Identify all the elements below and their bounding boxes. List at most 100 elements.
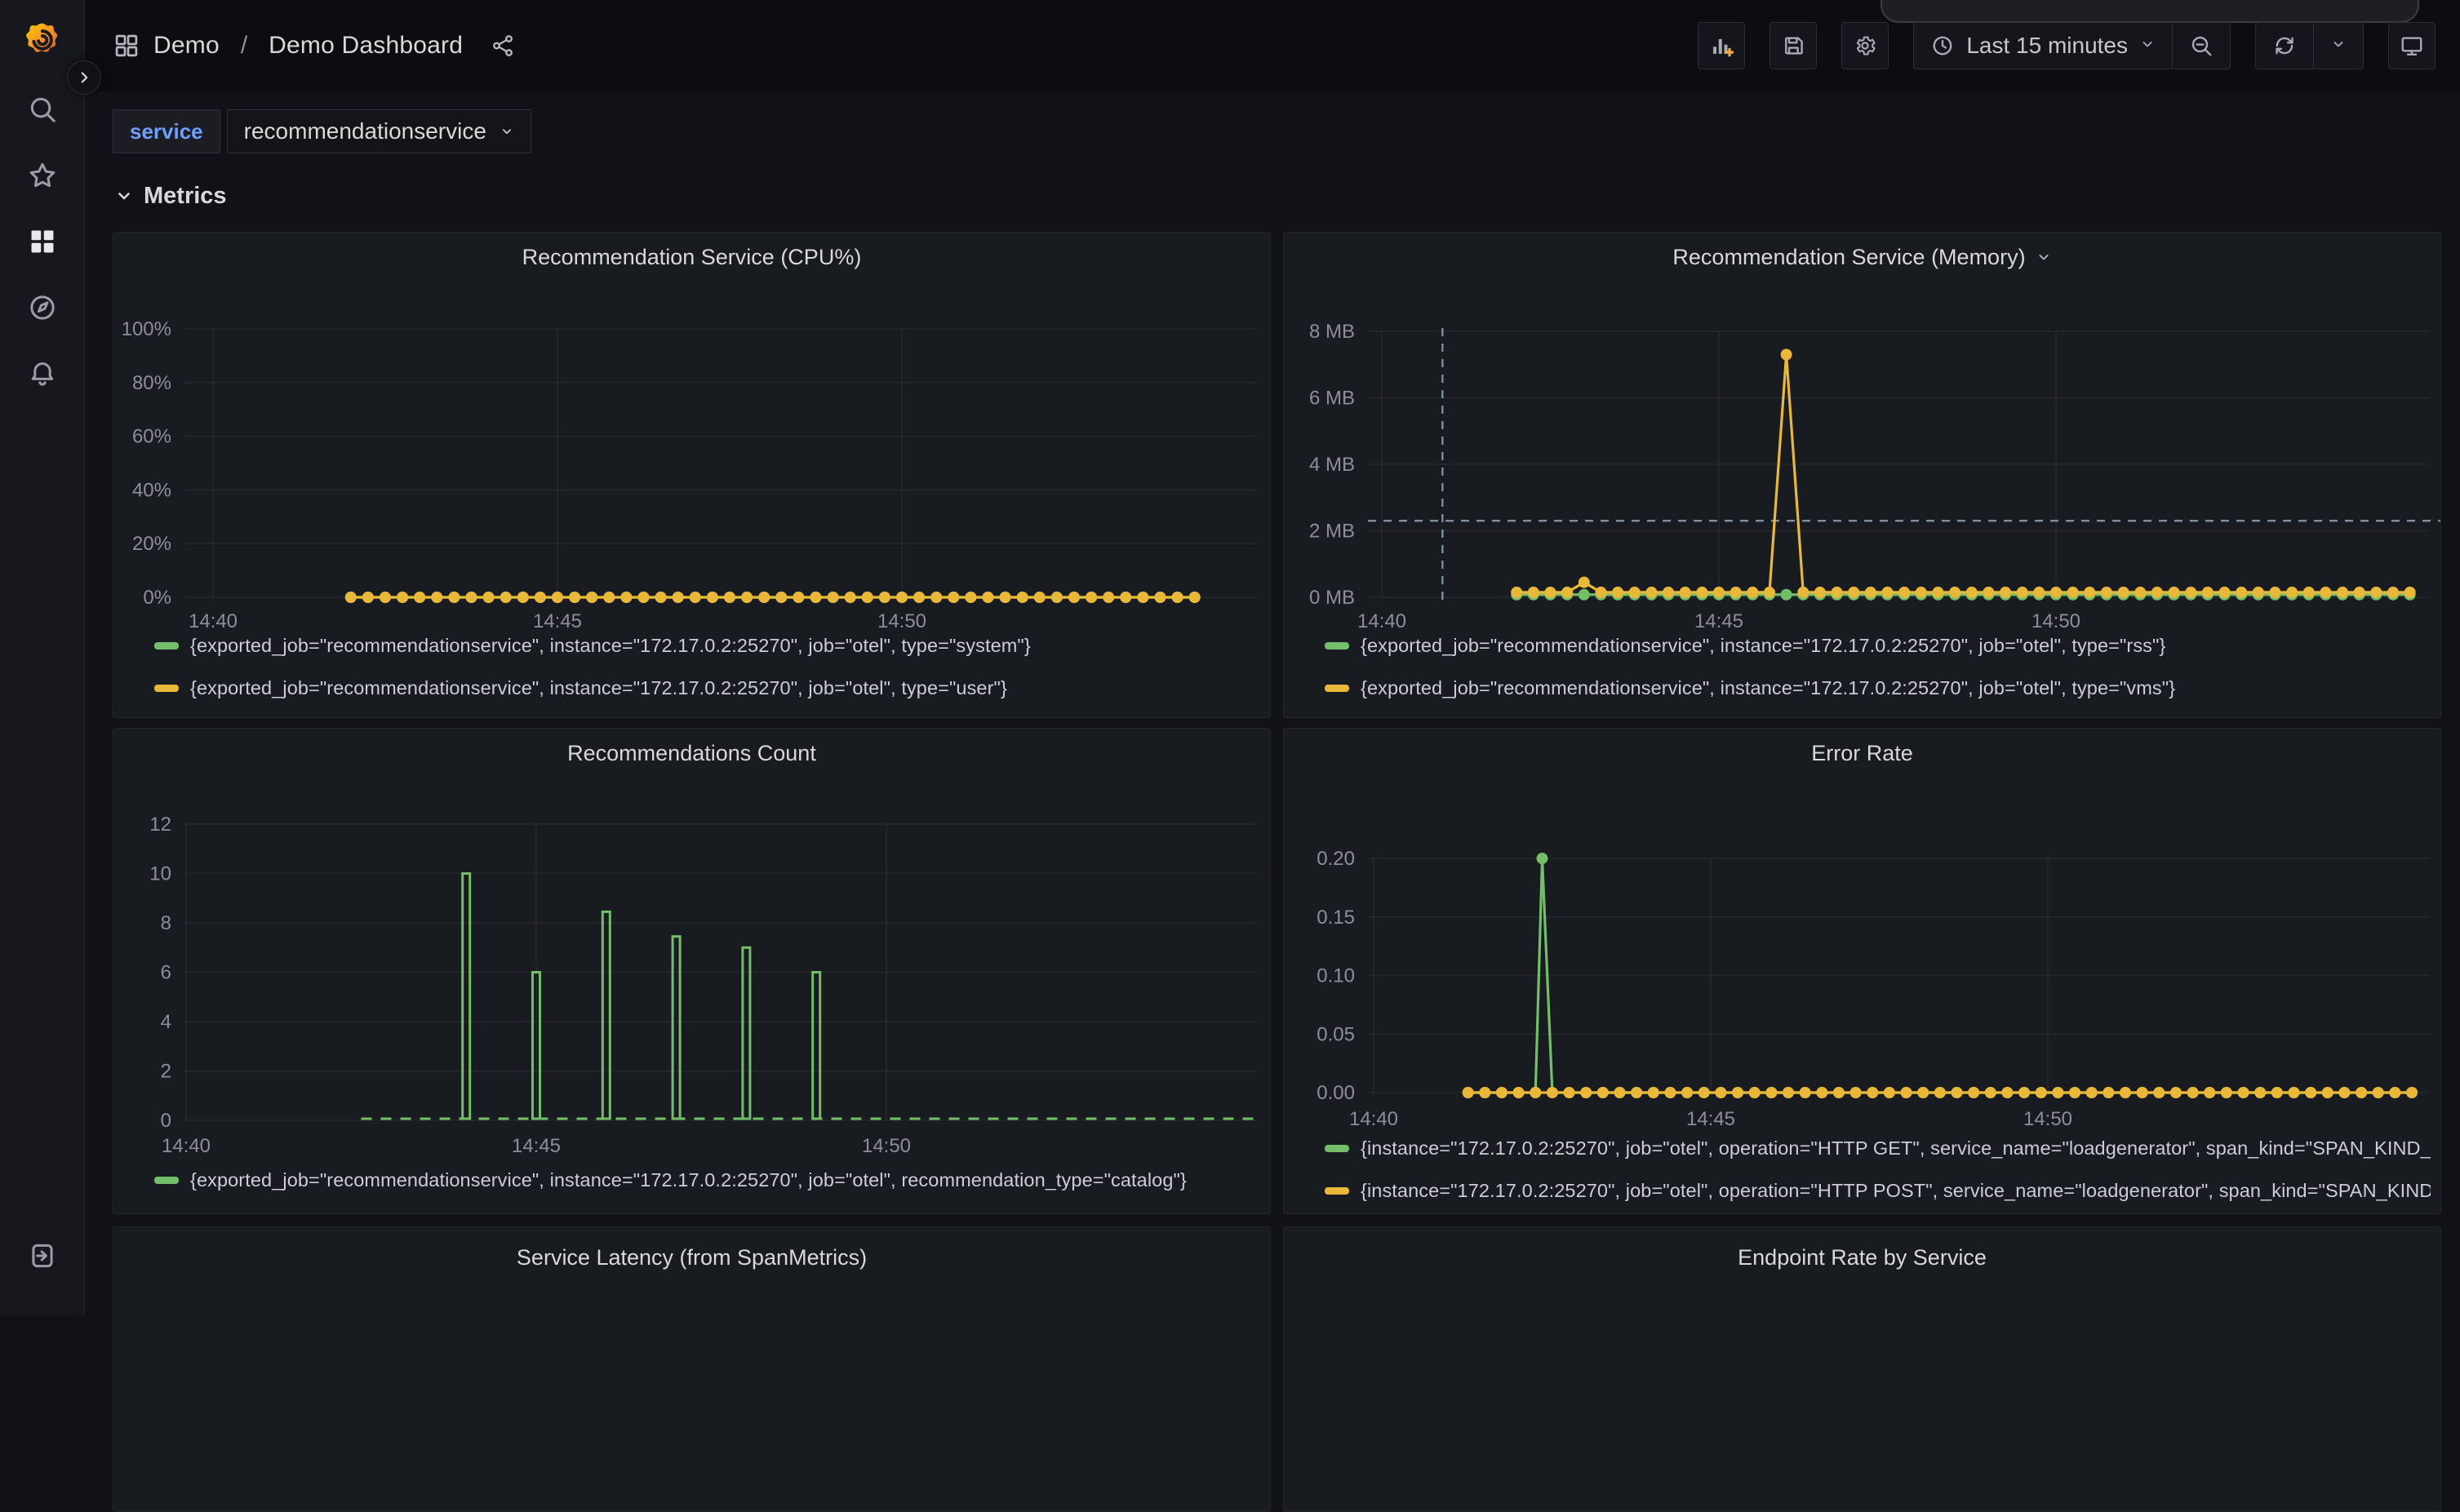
sidebar-item-explore[interactable]	[20, 285, 65, 330]
time-picker-chevron	[2139, 36, 2156, 56]
panel-title[interactable]: Recommendation Service (CPU%)	[113, 233, 1270, 282]
variable-value-dropdown[interactable]: recommendationservice	[227, 109, 531, 153]
save-dashboard-button[interactable]	[1770, 22, 1817, 69]
timeseries-chart-cpu[interactable]: 0%20%40%60%80%100%14:4014:4514:50	[113, 282, 1271, 673]
legend-label: {exported_job="recommendationservice", i…	[1361, 677, 2175, 699]
share-icon	[491, 33, 515, 58]
svg-text:6 MB: 6 MB	[1309, 388, 1355, 410]
panel-error-rate: Error Rate 0.000.050.100.150.2014:4014:4…	[1283, 728, 2441, 1214]
panel-title-text: Endpoint Rate by Service	[1738, 1245, 1987, 1270]
legend-item[interactable]: {exported_job="recommendationservice", i…	[154, 667, 1260, 709]
top-navbar: Demo / Demo Dashboard	[85, 0, 2460, 91]
legend-label: {instance="172.17.0.2:25270", job="otel"…	[1361, 1180, 2431, 1202]
legend-label: {instance="172.17.0.2:25270", job="otel"…	[1361, 1137, 2431, 1159]
sidebar	[0, 0, 85, 1315]
svg-text:60%: 60%	[132, 426, 171, 448]
timeseries-chart-count[interactable]: 02468101214:4014:4514:50	[113, 778, 1271, 1169]
legend-swatch	[1325, 1145, 1349, 1152]
svg-text:100%: 100%	[122, 318, 171, 340]
panel-menu-chevron-icon[interactable]	[2036, 249, 2052, 265]
legend-item[interactable]: {exported_job="recommendationservice", i…	[1325, 624, 2431, 667]
sidebar-expand-button[interactable]	[67, 60, 101, 95]
panel-title[interactable]: Service Latency (from SpanMetrics)	[113, 1227, 1270, 1276]
panel-title-text: Error Rate	[1811, 741, 1913, 766]
svg-text:4 MB: 4 MB	[1309, 454, 1355, 476]
breadcrumb-root[interactable]: Demo	[153, 32, 220, 60]
legend: {exported_job="recommendationservice", i…	[1325, 624, 2431, 709]
zoom-out-icon	[2189, 33, 2214, 58]
sidebar-item-search[interactable]	[20, 86, 65, 132]
chevron-right-icon	[75, 69, 93, 86]
legend-item[interactable]: {instance="172.17.0.2:25270", job="otel"…	[1325, 1169, 2431, 1212]
svg-text:14:45: 14:45	[512, 1135, 561, 1157]
legend: {exported_job="recommendationservice", i…	[154, 1159, 1260, 1201]
panel-recommendations-count: Recommendations Count 02468101214:4014:4…	[113, 728, 1271, 1214]
svg-text:6: 6	[161, 962, 171, 984]
dashboard-icon	[113, 32, 140, 60]
legend-item[interactable]: {exported_job="recommendationservice", i…	[1325, 667, 2431, 709]
time-picker-group: Last 15 minutes	[1913, 22, 2231, 69]
time-range-label: Last 15 minutes	[1966, 33, 2128, 59]
breadcrumb-current[interactable]: Demo Dashboard	[269, 32, 463, 60]
refresh-group	[2255, 22, 2364, 69]
panel-title[interactable]: Error Rate	[1284, 729, 2440, 778]
add-panel-icon	[1709, 33, 1734, 58]
add-panel-button[interactable]	[1698, 22, 1745, 69]
legend-swatch	[154, 685, 179, 692]
legend: {instance="172.17.0.2:25270", job="otel"…	[1325, 1127, 2431, 1212]
legend-item[interactable]: {instance="172.17.0.2:25270", job="otel"…	[1325, 1127, 2431, 1169]
legend-swatch	[154, 1177, 179, 1184]
timeseries-chart-memory[interactable]: 0 MB2 MB4 MB6 MB8 MB14:4014:4514:50	[1284, 282, 2441, 673]
share-button[interactable]	[491, 33, 515, 58]
svg-text:0.20: 0.20	[1317, 848, 1355, 870]
sign-in-icon	[27, 1240, 58, 1271]
svg-text:2 MB: 2 MB	[1309, 521, 1355, 543]
panel-title[interactable]: Endpoint Rate by Service	[1284, 1227, 2440, 1276]
svg-text:40%: 40%	[132, 479, 171, 501]
panel-title-text: Recommendations Count	[567, 741, 816, 766]
panel-title-text: Recommendation Service (CPU%)	[522, 245, 862, 270]
search-icon	[27, 94, 58, 125]
svg-text:14:50: 14:50	[862, 1135, 911, 1157]
sidebar-item-dashboards[interactable]	[20, 219, 65, 264]
dashboard-toolbar: Last 15 minutes	[1698, 22, 2436, 69]
dashboard-settings-button[interactable]	[1841, 22, 1889, 69]
panel-endpoint-rate: Endpoint Rate by Service	[1283, 1226, 2441, 1512]
panel-title[interactable]: Recommendations Count	[113, 729, 1270, 778]
legend-swatch	[1325, 685, 1349, 692]
cycle-view-mode-button[interactable]	[2388, 22, 2436, 69]
grafana-logo[interactable]	[20, 18, 64, 62]
refresh-button[interactable]	[2256, 23, 2313, 69]
legend-swatch	[1325, 1187, 1349, 1195]
legend-label: {exported_job="recommendationservice", i…	[190, 677, 1007, 699]
legend-item[interactable]: {exported_job="recommendationservice", i…	[154, 624, 1260, 667]
svg-text:0%: 0%	[143, 587, 171, 609]
row-header-metrics[interactable]: Metrics	[114, 178, 227, 214]
svg-text:0.15: 0.15	[1317, 907, 1355, 929]
compass-icon	[27, 292, 58, 323]
zoom-out-time-button[interactable]	[2172, 23, 2230, 69]
chevron-down-icon	[2139, 36, 2156, 52]
legend-swatch	[154, 642, 179, 650]
svg-text:80%: 80%	[132, 372, 171, 394]
legend-item[interactable]: {exported_job="recommendationservice", i…	[154, 1159, 1260, 1201]
legend-label: {exported_job="recommendationservice", i…	[1361, 635, 2165, 657]
svg-text:2: 2	[161, 1061, 171, 1083]
monitor-icon	[2400, 33, 2424, 58]
sidebar-item-starred[interactable]	[20, 153, 65, 198]
time-range-picker[interactable]: Last 15 minutes	[1914, 23, 2172, 69]
panel-title[interactable]: Recommendation Service (Memory)	[1284, 233, 2440, 282]
row-title: Metrics	[144, 183, 227, 210]
sidebar-item-sign-in[interactable]	[20, 1233, 65, 1279]
save-icon	[1781, 33, 1805, 58]
panel-memory: Recommendation Service (Memory) 0 MB2 MB…	[1283, 232, 2441, 718]
sidebar-item-alerting[interactable]	[20, 351, 65, 397]
timeseries-chart-error-rate[interactable]: 0.000.050.100.150.2014:4014:4514:50	[1284, 778, 2441, 1169]
legend-swatch	[1325, 642, 1349, 650]
chevron-down-icon	[2330, 36, 2347, 52]
bell-icon	[27, 358, 58, 389]
legend-label: {exported_job="recommendationservice", i…	[190, 1169, 1187, 1191]
svg-text:0: 0	[161, 1110, 171, 1132]
svg-text:0.05: 0.05	[1317, 1023, 1355, 1045]
refresh-interval-dropdown[interactable]	[2313, 23, 2363, 69]
